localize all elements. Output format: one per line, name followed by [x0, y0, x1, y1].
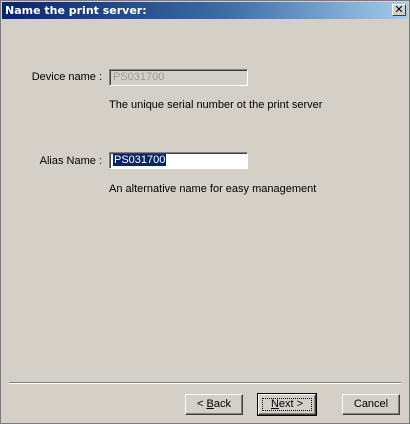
device-name-input: PS031700 — [109, 69, 248, 86]
cancel-button[interactable]: Cancel — [342, 394, 400, 415]
back-button[interactable]: < Back — [185, 394, 243, 415]
alias-name-hint: An alternative name for easy management — [109, 183, 317, 195]
alias-name-value: PS031700 — [113, 154, 167, 166]
close-icon: ✕ — [394, 3, 404, 16]
alias-name-input[interactable]: PS031700 — [109, 152, 248, 169]
back-button-mnemonic: B — [206, 398, 214, 410]
device-name-hint: The unique serial number ot the print se… — [109, 99, 323, 111]
close-button[interactable]: ✕ — [392, 4, 406, 16]
dialog-window: Name the print server: ✕ Device name : P… — [0, 0, 410, 424]
focus-ring — [262, 398, 312, 411]
next-button[interactable]: Next > — [257, 393, 317, 416]
device-name-label: Device name : — [31, 71, 102, 83]
back-button-rest: ack — [213, 398, 231, 410]
footer-separator — [9, 382, 401, 384]
alias-name-label: Alias Name : — [39, 155, 102, 167]
dialog-title: Name the print server: — [5, 4, 147, 17]
title-bar: Name the print server: ✕ — [2, 2, 408, 19]
device-name-value: PS031700 — [113, 71, 165, 83]
back-button-prefix: < — [197, 398, 207, 410]
